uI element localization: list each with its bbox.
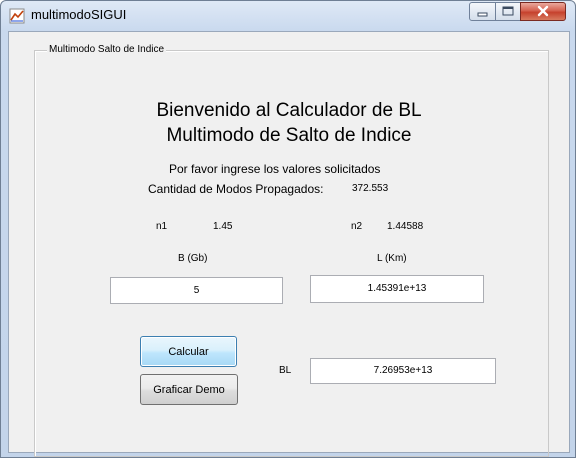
minimize-icon bbox=[477, 12, 488, 17]
modes-value: 372.553 bbox=[352, 183, 389, 194]
graficar-demo-button[interactable]: Graficar Demo bbox=[140, 374, 238, 405]
window-title: multimodoSIGUI bbox=[31, 7, 127, 22]
n2-value: 1.44588 bbox=[387, 221, 424, 232]
l-label: L (Km) bbox=[377, 253, 407, 264]
maximize-button[interactable] bbox=[495, 2, 521, 21]
n1-value: 1.45 bbox=[213, 221, 233, 232]
b-input[interactable]: 5 bbox=[110, 277, 283, 304]
close-button[interactable] bbox=[520, 2, 566, 21]
matlab-figure-icon bbox=[9, 8, 25, 24]
b-label: B (Gb) bbox=[178, 253, 208, 264]
modes-label: Cantidad de Modos Propagados: bbox=[148, 182, 324, 196]
bl-output: 7.26953e+13 bbox=[310, 358, 496, 384]
panel-title: Multimodo Salto de Indice bbox=[47, 44, 167, 55]
n1-label: n1 bbox=[156, 221, 168, 232]
title-bar[interactable]: multimodoSIGUI bbox=[1, 1, 575, 29]
heading-line-2: Multimodo de Salto de Indice bbox=[166, 125, 412, 146]
bl-label: BL bbox=[279, 365, 292, 376]
heading-line-1: Bienvenido al Calculador de BL bbox=[156, 100, 422, 121]
figure-window: multimodoSIGUI Multimodo Salto de Indice… bbox=[0, 0, 576, 458]
calcular-button[interactable]: Calcular bbox=[140, 336, 237, 367]
figure-client-area: Multimodo Salto de Indice Bienvenido al … bbox=[8, 31, 570, 457]
n2-label: n2 bbox=[351, 221, 363, 232]
instructions-text: Por favor ingrese los valores solicitado… bbox=[169, 162, 381, 176]
minimize-button[interactable] bbox=[469, 2, 496, 21]
l-input[interactable]: 1.45391e+13 bbox=[310, 275, 484, 303]
close-icon bbox=[537, 5, 549, 17]
maximize-icon bbox=[502, 6, 514, 16]
